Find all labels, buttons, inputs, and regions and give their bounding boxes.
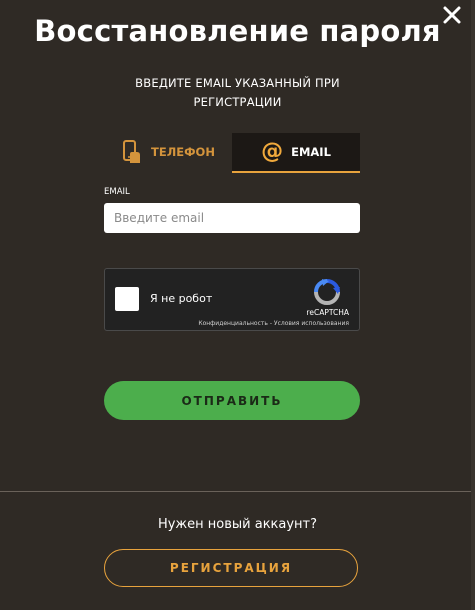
subtitle-line-2: РЕГИСТРАЦИИ [193,95,282,109]
phone-hand-icon [123,140,141,163]
subtitle-line-1: ВВЕДИТЕ EMAIL УКАЗАННЫЙ ПРИ [135,76,340,90]
tab-email-label: EMAIL [291,145,331,159]
scrollbar[interactable] [471,0,475,610]
submit-button[interactable]: ОТПРАВИТЬ [104,381,360,420]
recaptcha-brand: reCAPTCHA [306,308,349,317]
recaptcha-label: Я не робот [150,292,213,305]
email-input[interactable] [104,203,360,233]
modal-subtitle: ВВЕДИТЕ EMAIL УКАЗАННЫЙ ПРИ РЕГИСТРАЦИИ [0,74,475,112]
new-account-prompt: Нужен новый аккаунт? [157,517,318,532]
recaptcha-logo-icon [314,279,340,305]
at-icon: @ [261,139,284,164]
recaptcha-widget: Я не робот reCAPTCHA Конфиденциальность … [104,268,360,331]
register-button[interactable]: РЕГИСТРАЦИЯ [104,549,358,587]
email-field-label: EMAIL [104,187,130,197]
recaptcha-checkbox[interactable] [115,287,139,311]
tab-phone-label: ТЕЛЕФОН [151,145,215,159]
recaptcha-links[interactable]: Конфиденциальность - Условия использован… [198,320,349,327]
divider [0,491,475,492]
recovery-method-tabs: ТЕЛЕФОН @ EMAIL [104,133,360,173]
tab-phone[interactable]: ТЕЛЕФОН [104,133,232,173]
tab-email[interactable]: @ EMAIL [232,133,360,173]
modal-title: Восстановление пароля [34,14,441,48]
password-recovery-modal: Восстановление пароля ВВЕДИТЕ EMAIL УКАЗ… [0,0,475,610]
